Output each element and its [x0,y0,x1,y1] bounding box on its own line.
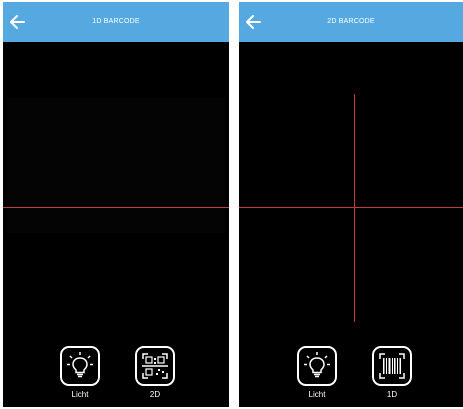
barcode-icon [372,346,412,386]
light-toggle-button[interactable]: Licht [55,345,105,400]
switch-to-2d-button[interactable]: 2D [130,345,180,400]
scan-line-vertical [354,94,355,322]
scan-line-horizontal [239,207,463,208]
page-title: 1D BARCODE [92,18,140,25]
switch-to-1d-button[interactable]: 1D [367,345,417,400]
app-bar: 2D BARCODE [239,2,463,42]
light-toggle-button[interactable]: Licht [292,345,342,400]
camera-viewfinder [239,42,463,407]
scan-area [7,98,225,233]
lightbulb-icon [297,346,337,386]
page-title: 2D BARCODE [327,18,375,25]
switch-to-1d-label: 1D [386,390,398,399]
switch-to-2d-label: 2D [149,390,161,399]
light-toggle-label: Licht [308,390,326,399]
qr-code-icon [135,346,175,386]
scan-line-horizontal [3,207,229,208]
lightbulb-icon [60,346,100,386]
light-toggle-label: Licht [71,390,89,399]
scanner-screen-2d: 2D BARCODE Licht 1D [239,2,463,407]
app-bar: 1D BARCODE [3,2,229,42]
scanner-screen-1d: 1D BARCODE Licht 2D [3,2,229,407]
